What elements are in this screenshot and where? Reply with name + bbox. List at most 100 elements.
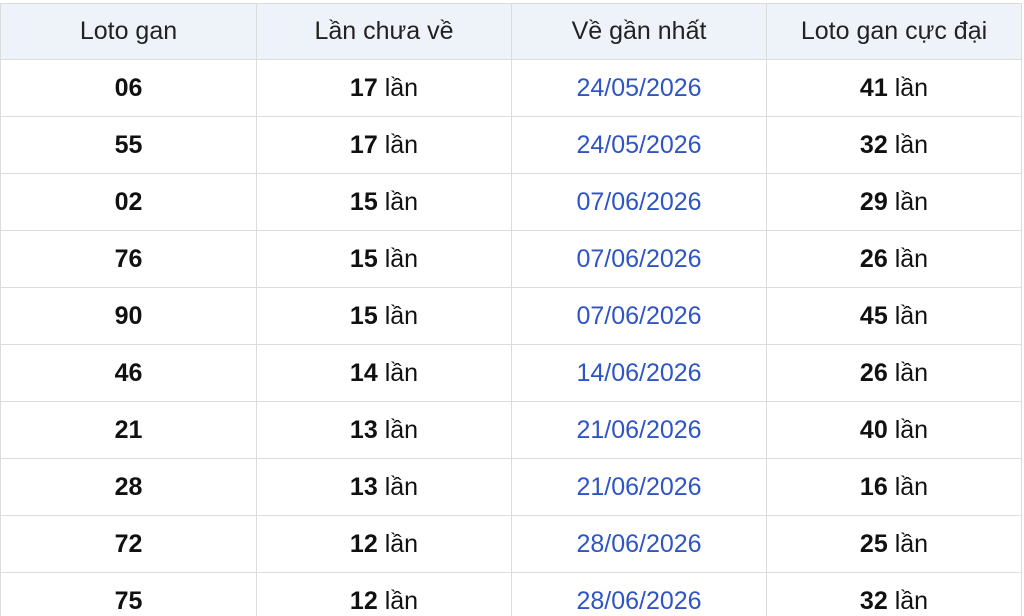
absent-unit: lần <box>384 358 419 387</box>
absent-count: 12 <box>349 586 378 615</box>
absent-unit: lần <box>384 130 419 159</box>
absent-count-cell: 12 lần <box>256 572 512 616</box>
absent-unit: lần <box>384 187 419 216</box>
loto-gan-table: Loto gan Lần chưa về Về gần nhất Loto ga… <box>0 3 1022 616</box>
loto-number: 06 <box>114 73 143 102</box>
max-gap-count: 45 <box>859 301 888 330</box>
absent-unit: lần <box>384 415 419 444</box>
max-gap-count: 26 <box>859 358 888 387</box>
loto-number-cell: 76 <box>0 230 257 288</box>
absent-count-cell: 13 lần <box>256 401 512 459</box>
max-gap-count: 41 <box>859 73 888 102</box>
last-seen-date: 28/06/2026 <box>576 586 702 615</box>
table-header: Loto gan Lần chưa về Về gần nhất Loto ga… <box>0 3 1022 60</box>
absent-count: 15 <box>349 244 378 273</box>
loto-number-cell: 90 <box>0 287 257 345</box>
last-seen-cell: 07/06/2026 <box>511 287 767 345</box>
last-seen-cell: 07/06/2026 <box>511 173 767 231</box>
max-gap-cell: 32 lần <box>766 116 1022 174</box>
max-gap-unit: lần <box>894 472 929 501</box>
max-gap-unit: lần <box>894 415 929 444</box>
max-gap-cell: 26 lần <box>766 230 1022 288</box>
table-row: 06 17 lần 24/05/2026 41 lần <box>0 59 1022 117</box>
table-row: 21 13 lần 21/06/2026 40 lần <box>0 401 1022 459</box>
max-gap-unit: lần <box>894 358 929 387</box>
absent-unit: lần <box>384 301 419 330</box>
loto-number: 55 <box>114 130 143 159</box>
last-seen-cell: 14/06/2026 <box>511 344 767 402</box>
loto-number: 02 <box>114 187 143 216</box>
absent-count: 15 <box>349 187 378 216</box>
table-row: 28 13 lần 21/06/2026 16 lần <box>0 458 1022 516</box>
max-gap-count: 29 <box>859 187 888 216</box>
last-seen-cell: 21/06/2026 <box>511 401 767 459</box>
max-gap-unit: lần <box>894 130 929 159</box>
last-seen-date: 07/06/2026 <box>576 244 702 273</box>
absent-count-cell: 14 lần <box>256 344 512 402</box>
max-gap-unit: lần <box>894 301 929 330</box>
absent-count-cell: 15 lần <box>256 287 512 345</box>
loto-number-cell: 28 <box>0 458 257 516</box>
max-gap-unit: lần <box>894 244 929 273</box>
absent-unit: lần <box>384 472 419 501</box>
absent-unit: lần <box>384 586 419 615</box>
max-gap-count: 40 <box>859 415 888 444</box>
absent-count-cell: 17 lần <box>256 59 512 117</box>
last-seen-date: 21/06/2026 <box>576 415 702 444</box>
max-gap-cell: 32 lần <box>766 572 1022 616</box>
header-lan-chua-ve: Lần chưa về <box>256 3 512 60</box>
last-seen-date: 14/06/2026 <box>576 358 702 387</box>
max-gap-cell: 16 lần <box>766 458 1022 516</box>
absent-unit: lần <box>384 73 419 102</box>
loto-number: 46 <box>114 358 143 387</box>
max-gap-count: 32 <box>859 586 888 615</box>
table-row: 72 12 lần 28/06/2026 25 lần <box>0 515 1022 573</box>
last-seen-date: 21/06/2026 <box>576 472 702 501</box>
header-row: Loto gan Lần chưa về Về gần nhất Loto ga… <box>0 3 1022 60</box>
absent-count: 17 <box>349 73 378 102</box>
absent-count-cell: 15 lần <box>256 230 512 288</box>
absent-unit: lần <box>384 529 419 558</box>
max-gap-unit: lần <box>894 529 929 558</box>
absent-count: 14 <box>349 358 378 387</box>
table-row: 90 15 lần 07/06/2026 45 lần <box>0 287 1022 345</box>
table-row: 75 12 lần 28/06/2026 32 lần <box>0 572 1022 616</box>
max-gap-cell: 25 lần <box>766 515 1022 573</box>
last-seen-date: 24/05/2026 <box>576 130 702 159</box>
last-seen-cell: 28/06/2026 <box>511 572 767 616</box>
last-seen-cell: 28/06/2026 <box>511 515 767 573</box>
max-gap-count: 26 <box>859 244 888 273</box>
loto-number-cell: 55 <box>0 116 257 174</box>
loto-number-cell: 02 <box>0 173 257 231</box>
max-gap-unit: lần <box>894 187 929 216</box>
absent-count: 15 <box>349 301 378 330</box>
absent-count: 12 <box>349 529 378 558</box>
absent-count: 13 <box>349 415 378 444</box>
absent-unit: lần <box>384 244 419 273</box>
max-gap-cell: 29 lần <box>766 173 1022 231</box>
loto-number-cell: 21 <box>0 401 257 459</box>
max-gap-cell: 40 lần <box>766 401 1022 459</box>
last-seen-date: 07/06/2026 <box>576 187 702 216</box>
max-gap-count: 25 <box>859 529 888 558</box>
table-body: 06 17 lần 24/05/2026 41 lần 55 17 lần 24/05/20… <box>0 59 1022 616</box>
max-gap-count: 16 <box>859 472 888 501</box>
loto-number: 76 <box>114 244 143 273</box>
absent-count-cell: 15 lần <box>256 173 512 231</box>
loto-number-cell: 75 <box>0 572 257 616</box>
max-gap-cell: 26 lần <box>766 344 1022 402</box>
absent-count-cell: 13 lần <box>256 458 512 516</box>
table-row: 55 17 lần 24/05/2026 32 lần <box>0 116 1022 174</box>
header-loto-gan: Loto gan <box>0 3 257 60</box>
max-gap-cell: 45 lần <box>766 287 1022 345</box>
loto-number-cell: 06 <box>0 59 257 117</box>
max-gap-cell: 41 lần <box>766 59 1022 117</box>
table-row: 02 15 lần 07/06/2026 29 lần <box>0 173 1022 231</box>
max-gap-count: 32 <box>859 130 888 159</box>
absent-count: 13 <box>349 472 378 501</box>
absent-count-cell: 12 lần <box>256 515 512 573</box>
max-gap-unit: lần <box>894 73 929 102</box>
last-seen-date: 07/06/2026 <box>576 301 702 330</box>
loto-number: 75 <box>114 586 143 615</box>
loto-number: 21 <box>114 415 143 444</box>
